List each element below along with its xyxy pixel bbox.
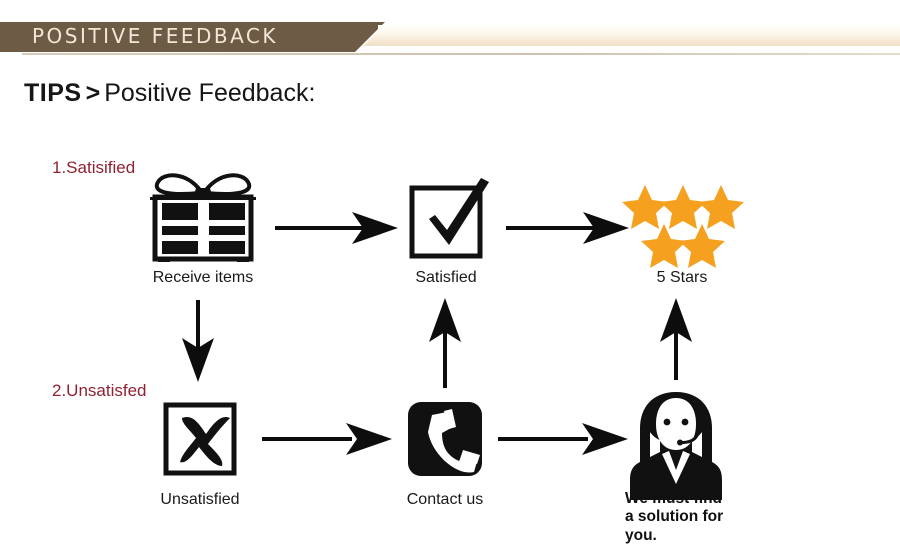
label-satisfied: Satisfied — [415, 269, 477, 286]
arrow-unsatisfied-to-contact — [262, 423, 392, 455]
support-agent-icon — [630, 392, 722, 500]
five-stars-icon — [622, 185, 744, 268]
checkmark-box-icon — [409, 178, 489, 259]
arrow-satisfied-to-stars — [506, 212, 629, 244]
arrow-agent-to-stars — [660, 298, 692, 380]
label-solution-message: We must find a solution for you. — [625, 490, 724, 544]
label-unsatisfied: Unsatisfied — [160, 491, 240, 508]
arrow-receive-to-unsatisfied — [182, 300, 214, 382]
arrow-receive-to-satisfied — [275, 212, 398, 244]
arrow-contact-to-satisfied — [429, 298, 461, 388]
label-five-stars: 5 Stars — [656, 269, 708, 286]
telephone-icon — [408, 402, 482, 476]
cross-box-icon — [163, 402, 237, 476]
gift-box-icon — [150, 173, 256, 262]
label-contact-us: Contact us — [406, 491, 484, 508]
arrow-contact-to-agent — [498, 423, 628, 455]
label-receive-items: Receive items — [152, 269, 254, 286]
